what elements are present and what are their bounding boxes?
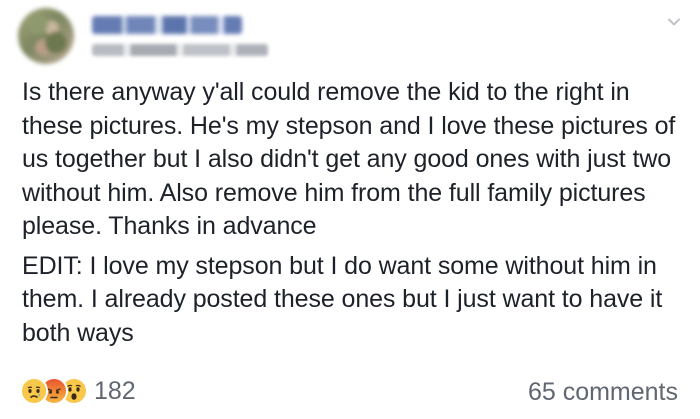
reactions-summary[interactable]: 182: [20, 376, 136, 406]
facebook-post: Is there anyway y'all could remove the k…: [0, 0, 700, 419]
post-footer: 182 65 comments: [20, 374, 680, 410]
comments-count-link[interactable]: 65 comments: [528, 378, 678, 407]
post-paragraph: Is there anyway y'all could remove the k…: [22, 78, 676, 240]
sad-icon: [20, 377, 48, 405]
post-text: Is there anyway y'all could remove the k…: [22, 76, 682, 356]
reaction-count: 182: [94, 376, 136, 405]
post-edit-paragraph: EDIT: I love my stepson but I do want so…: [22, 251, 663, 347]
post-meta-redacted: [92, 44, 268, 56]
chevron-down-icon[interactable]: [666, 14, 682, 30]
post-header: [18, 8, 682, 64]
author-name-redacted[interactable]: [92, 16, 242, 34]
avatar[interactable]: [18, 8, 74, 64]
